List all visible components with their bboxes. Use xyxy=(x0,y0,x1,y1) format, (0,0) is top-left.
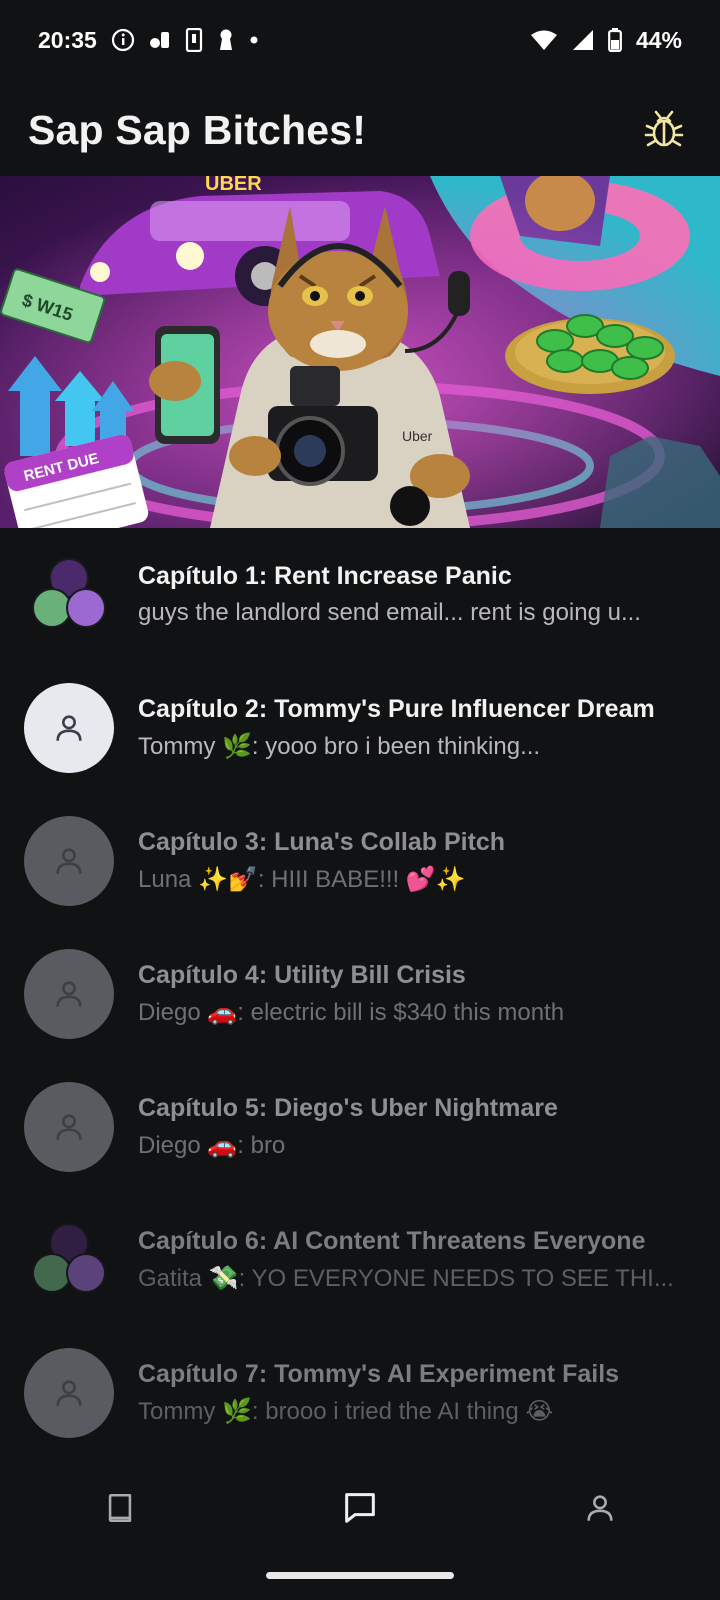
avatar xyxy=(24,1081,114,1172)
chapter-list: Capítulo 1: Rent Increase Panic guys the… xyxy=(0,528,720,1459)
hero-banner: UBER $ W15 RENT DUE Uber xyxy=(0,176,720,528)
page-title: Sap Sap Bitches! xyxy=(28,106,367,153)
chat-title: Capítulo 1: Rent Increase Panic xyxy=(138,562,512,590)
person-icon xyxy=(56,1379,82,1406)
signal-dots-icon xyxy=(149,29,171,51)
chat-row-4[interactable]: Capítulo 4: Utility Bill Crisis Diego 🚗:… xyxy=(0,927,720,1060)
chat-row-6[interactable]: Capítulo 6: AI Content Threatens Everyon… xyxy=(0,1193,720,1326)
nav-profile[interactable] xyxy=(560,1468,640,1548)
nav-chapters[interactable] xyxy=(80,1468,160,1548)
chat-row-2[interactable]: Capítulo 2: Tommy's Pure Influencer Drea… xyxy=(0,661,720,794)
shirt-logo-text: Uber xyxy=(402,428,433,444)
group-avatar xyxy=(24,550,114,640)
chat-preview: Tommy 🌿: brooo i tried the AI thing 😭 xyxy=(138,1397,554,1425)
battery-percent: 44% xyxy=(635,26,682,53)
book-icon xyxy=(108,1493,132,1523)
chat-preview: Diego 🚗: electric bill is $340 this mont… xyxy=(138,998,565,1026)
chat-title: Capítulo 2: Tommy's Pure Influencer Drea… xyxy=(138,694,655,723)
chat-row-7[interactable]: Capítulo 7: Tommy's AI Experiment Fails … xyxy=(0,1326,720,1459)
person-icon xyxy=(56,847,82,874)
chat-preview: guys the landlord send email... rent is … xyxy=(138,599,641,626)
uber-sign-text: UBER xyxy=(205,176,262,195)
nav-chats[interactable] xyxy=(320,1468,400,1548)
keyhole-icon xyxy=(217,28,235,52)
status-bar: 20:35 44% xyxy=(0,0,720,80)
chat-title: Capítulo 6: AI Content Threatens Everyon… xyxy=(138,1226,646,1255)
avatar xyxy=(24,815,114,906)
chat-row-3[interactable]: Capítulo 3: Luna's Collab Pitch Luna ✨💅:… xyxy=(0,794,720,927)
chat-row-5[interactable]: Capítulo 5: Diego's Uber Nightmare Diego… xyxy=(0,1060,720,1193)
person-icon xyxy=(56,1113,82,1140)
bug-icon xyxy=(644,110,684,147)
chat-title: Capítulo 5: Diego's Uber Nightmare xyxy=(138,1093,558,1122)
profile-icon xyxy=(587,1495,613,1521)
home-indicator[interactable] xyxy=(266,1572,454,1579)
app-bar: Sap Sap Bitches! xyxy=(0,84,720,176)
chat-icon xyxy=(345,1493,375,1523)
bottom-navigation xyxy=(0,1460,720,1556)
person-icon xyxy=(56,980,82,1007)
avatar xyxy=(24,1347,114,1438)
sim-icon xyxy=(185,28,203,52)
chat-title: Capítulo 3: Luna's Collab Pitch xyxy=(138,827,506,856)
chat-preview: Gatita 💸: YO EVERYONE NEEDS TO SEE THI..… xyxy=(138,1264,674,1292)
info-icon xyxy=(111,28,135,52)
chat-row-1[interactable]: Capítulo 1: Rent Increase Panic guys the… xyxy=(0,528,720,661)
wifi-icon xyxy=(530,29,558,51)
person-icon xyxy=(56,714,82,741)
battery-icon xyxy=(608,28,622,52)
cell-signal-icon xyxy=(572,29,594,51)
chat-preview: Luna ✨💅: HIII BABE!!! 💕✨ xyxy=(138,865,466,893)
chat-preview: Tommy 🌿: yooo bro i been thinking... xyxy=(138,732,541,760)
cat-uber-illustration: UBER $ W15 RENT DUE Uber xyxy=(0,176,720,528)
debug-button[interactable] xyxy=(636,102,692,158)
avatar xyxy=(24,948,114,1039)
notification-dot-icon xyxy=(249,35,259,45)
chat-title: Capítulo 4: Utility Bill Crisis xyxy=(138,960,466,989)
clock: 20:35 xyxy=(38,26,97,53)
chat-title: Capítulo 7: Tommy's AI Experiment Fails xyxy=(138,1359,620,1388)
avatar xyxy=(24,682,114,773)
chat-preview: Diego 🚗: bro xyxy=(138,1131,286,1159)
group-avatar xyxy=(24,1215,114,1305)
